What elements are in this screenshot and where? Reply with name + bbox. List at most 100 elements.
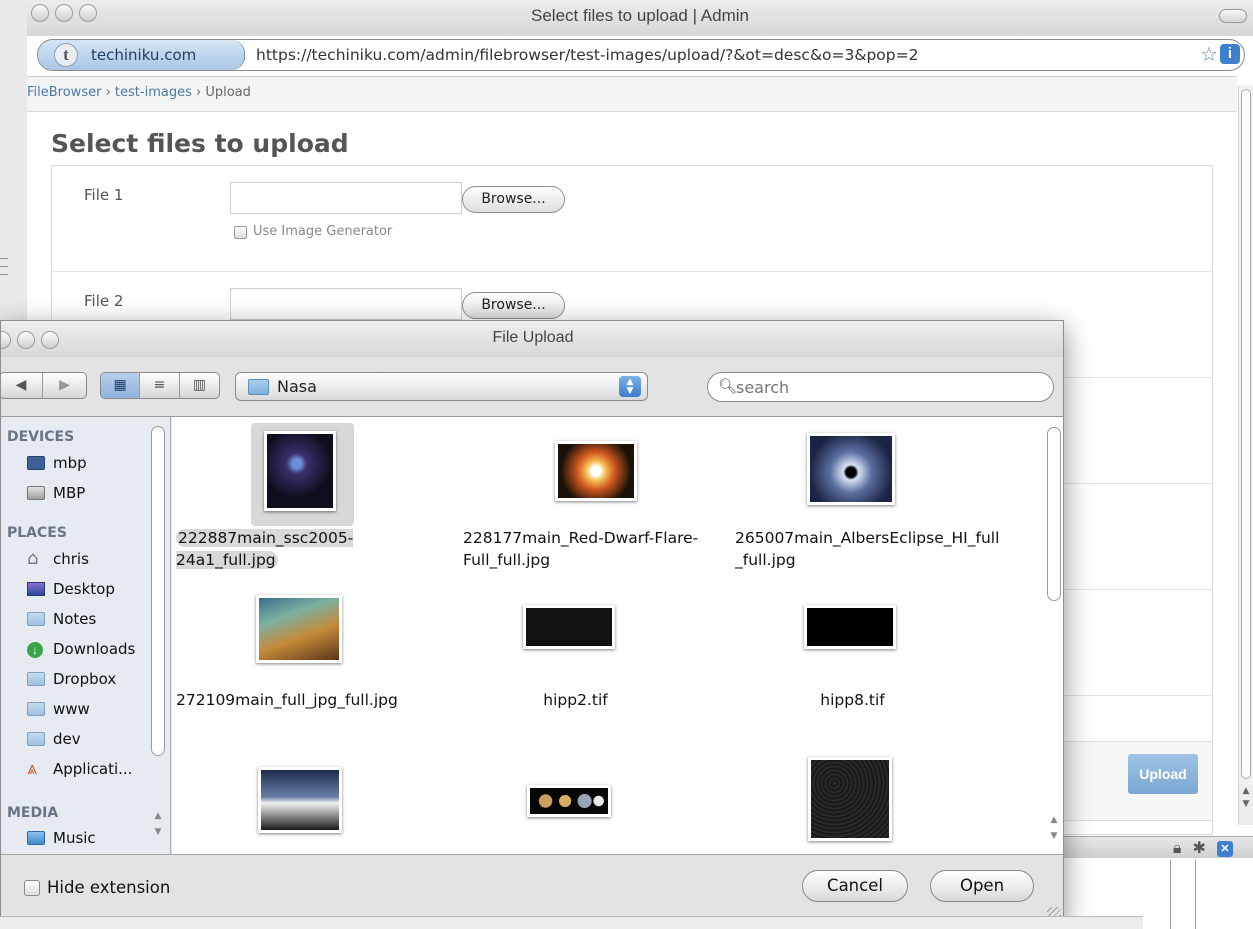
sidebar-scroll-thumb[interactable] — [151, 426, 165, 756]
sidebar-item-label: MBP — [53, 484, 86, 502]
file-thumbnail[interactable] — [176, 423, 441, 526]
sidebar-item-label: mbp — [53, 454, 87, 472]
address-bar[interactable]: t techiniku.com https://techiniku.com/ad… — [37, 39, 1245, 71]
page-scroll-thumb[interactable] — [1241, 89, 1251, 779]
file-view-scroll-thumb[interactable] — [1047, 427, 1061, 601]
scroll-down-icon[interactable]: ▼ — [150, 827, 166, 837]
music-icon — [27, 831, 45, 845]
file-1-input[interactable] — [230, 182, 462, 214]
sidebar-section-media[interactable]: MEDIA — [7, 805, 58, 821]
folder-icon — [27, 612, 45, 626]
file-1-image-generator-checkbox[interactable] — [234, 226, 247, 239]
sidebar-scrollbar[interactable]: ▲ ▼ — [148, 421, 168, 849]
folder-icon — [27, 702, 45, 716]
magnifier-icon: 🔍︎ — [718, 377, 738, 395]
sidebar-item-label: Desktop — [53, 580, 115, 598]
file-thumbnail[interactable] — [720, 757, 985, 852]
column-view-icon[interactable]: ▥ — [180, 373, 219, 398]
view-mode-control: ▦ ≡ ▥ — [100, 372, 220, 399]
file-thumbnail[interactable] — [443, 757, 708, 852]
folder-icon — [248, 379, 269, 395]
bookmark-star-icon[interactable]: ☆ — [1200, 44, 1218, 64]
sidebar-item-label: Notes — [53, 610, 97, 628]
location-popup[interactable]: Nasa ▲ ▼ — [235, 372, 648, 401]
file-name: 265007main_AlbersEclipse_HI_full_full.jp… — [735, 529, 1000, 569]
image-thumbnail — [523, 605, 615, 649]
url-text[interactable]: https://techiniku.com/admin/filebrowser/… — [256, 46, 918, 64]
breadcrumb-filebrowser[interactable]: FileBrowser — [27, 85, 101, 100]
location-name: Nasa — [277, 377, 317, 396]
hard-disk-icon — [27, 486, 45, 500]
upload-button[interactable]: Upload — [1128, 754, 1198, 794]
popup-arrows-icon: ▲ ▼ — [619, 376, 641, 397]
image-thumbnail — [808, 757, 892, 841]
back-icon[interactable]: ◀ — [1, 373, 44, 398]
sidebar-item-label: Downloads — [53, 640, 136, 658]
dialog-title: File Upload — [492, 329, 574, 346]
page-scroll-arrows[interactable]: ▲ ▼ — [1238, 785, 1253, 825]
browser-window-title: Select files to upload | Admin — [531, 6, 749, 25]
file-view-scrollbar[interactable]: ▲ ▼ — [1045, 421, 1063, 851]
image-thumbnail — [264, 431, 336, 511]
image-thumbnail — [256, 595, 342, 663]
hide-extension-label: Hide extension — [47, 878, 171, 897]
file-name: hipp2.tif — [543, 691, 608, 709]
breadcrumb-test-images[interactable]: test-images — [115, 85, 192, 100]
sidebar-item-label: chris — [53, 550, 89, 568]
applications-icon: ⩓ — [27, 758, 38, 779]
icon-view-icon[interactable]: ▦ — [101, 373, 141, 398]
desktop-icon — [27, 582, 45, 596]
scroll-down-icon[interactable]: ▼ — [1046, 831, 1062, 841]
scroll-up-icon[interactable]: ▲ — [1046, 815, 1062, 825]
hide-extension-checkbox[interactable] — [24, 880, 40, 896]
cancel-button[interactable]: Cancel — [802, 870, 908, 902]
file-thumbnail[interactable] — [720, 589, 985, 684]
site-identity-button[interactable]: t techiniku.com — [38, 40, 245, 70]
dropbox-folder-icon — [27, 672, 45, 686]
image-thumbnail — [555, 441, 637, 501]
page-scrollbar[interactable] — [1238, 85, 1253, 785]
page-title: Select files to upload — [51, 129, 349, 158]
list-view-icon[interactable]: ≡ — [140, 373, 180, 398]
sidebar-section-devices[interactable]: DEVICES — [7, 429, 74, 445]
open-button[interactable]: Open — [930, 870, 1034, 902]
toolbar-toggle-button[interactable] — [1219, 9, 1247, 23]
folder-icon — [27, 732, 45, 746]
file-thumbnail[interactable] — [176, 757, 441, 852]
browser-titlebar[interactable]: Select files to upload | Admin — [27, 0, 1253, 36]
file-thumbnail[interactable] — [176, 589, 441, 684]
breadcrumb-separator: › — [105, 85, 111, 100]
sidebar-item-label: Dropbox — [53, 670, 117, 688]
file-name: 222887main_ssc2005-24a1_full.jpg — [176, 527, 441, 571]
dialog-sidebar: DEVICES mbp MBP PLACES ⌂ chris Desktop N… — [1, 417, 171, 854]
info-icon[interactable]: i — [1220, 44, 1240, 64]
forward-icon[interactable]: ▶ — [43, 373, 86, 398]
lock-icon[interactable]: 🔒︎ — [1173, 838, 1182, 857]
file-thumbnail[interactable] — [443, 589, 708, 684]
site-identity-label: techiniku.com — [91, 46, 197, 64]
file-thumbnail[interactable] — [463, 423, 728, 518]
file-1-image-generator-label: Use Image Generator — [253, 224, 393, 239]
file-2-label: File 2 — [84, 292, 124, 310]
dialog-titlebar[interactable]: File Upload — [1, 321, 1063, 357]
file-1-browse-button[interactable]: Browse... — [462, 186, 565, 213]
sidebar-section-places[interactable]: PLACES — [7, 525, 67, 541]
dialog-button-bar: Hide extension Cancel Open — [1, 854, 1063, 923]
scroll-up-icon[interactable]: ▲ — [150, 811, 166, 821]
file-name: hipp8.tif — [820, 691, 885, 709]
search-input[interactable] — [736, 376, 1036, 398]
file-upload-dialog: File Upload ◀ ▶ ▦ ≡ ▥ Nasa ▲▼ 🔍︎ DEVICES… — [0, 320, 1064, 924]
extension-icon[interactable]: ✕ — [1217, 840, 1233, 857]
sidebar-item-label: dev — [53, 730, 81, 748]
browser-window-lower-edge — [1170, 860, 1196, 929]
file-name: 228177main_Red-Dwarf-Flare-Full_full.jpg — [463, 529, 699, 569]
bug-icon[interactable]: ✱ — [1193, 838, 1206, 857]
file-thumbnail[interactable] — [735, 423, 1000, 518]
image-thumbnail — [804, 605, 896, 649]
file-2-input[interactable] — [230, 288, 462, 320]
breadcrumb-current: Upload — [205, 85, 251, 100]
search-field[interactable]: 🔍︎ — [707, 372, 1054, 402]
file-2-browse-button[interactable]: Browse... — [462, 292, 565, 319]
window-grip[interactable] — [0, 258, 8, 288]
sidebar-item-label: www — [53, 700, 90, 718]
